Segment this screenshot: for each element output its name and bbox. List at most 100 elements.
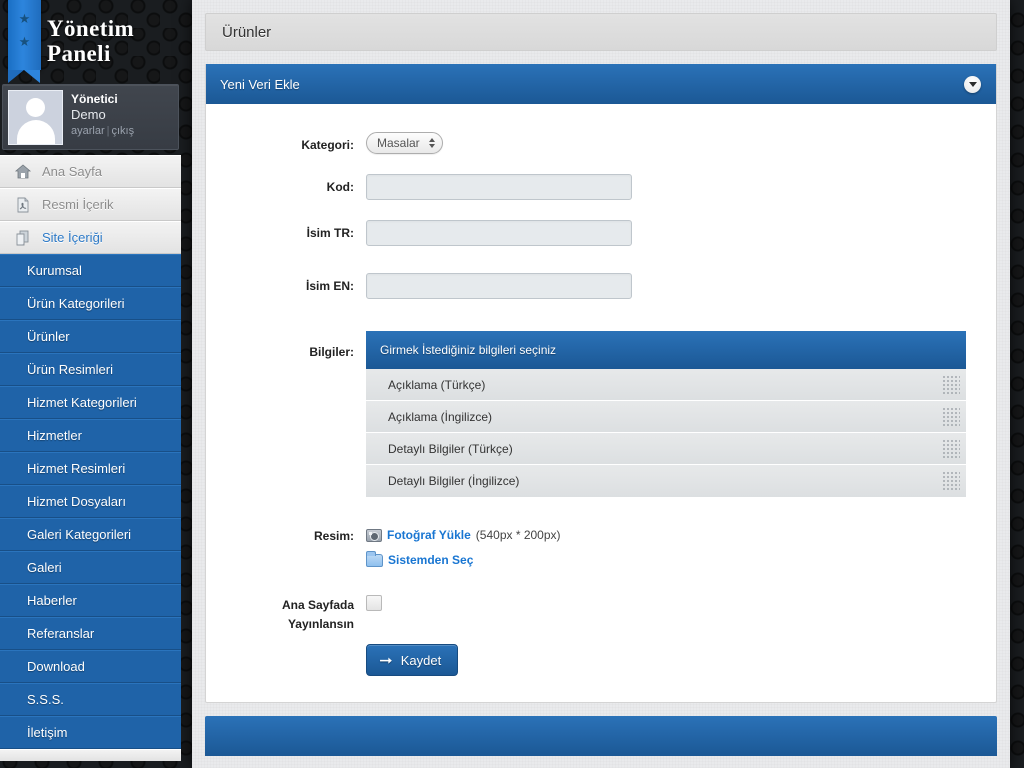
sidebar-item-label: Download [27,659,85,674]
list-item[interactable]: Detaylı Bilgiler (İngilizce) [366,465,966,497]
drag-handle-icon[interactable] [941,373,960,396]
select-from-system-link[interactable]: Sistemden Seç [388,550,473,571]
name-tr-input[interactable] [366,220,632,246]
user-profile-card: Yönetici Demo ayarlar | çıkış [2,84,179,150]
pages-icon [14,229,32,247]
image-actions: Fotoğraf Yükle (540px * 200px) Sistemden… [366,525,561,571]
home-icon [14,163,32,181]
folder-icon [366,551,383,567]
field-row-publish-homepage: Ana Sayfada Yayınlansın [206,593,996,634]
pdf-file-icon [14,196,32,214]
drag-handle-icon[interactable] [941,437,960,460]
drag-handle-icon[interactable] [941,470,960,492]
sidebar-item-hizmet-kategorileri[interactable]: Hizmet Kategorileri [0,386,181,419]
category-label: Kategori: [301,138,354,152]
sidebar-item-galeri[interactable]: Galeri [0,551,181,584]
sidebar-item-galeri-kategorileri[interactable]: Galeri Kategorileri [0,518,181,551]
sidebar-item-label: Ürün Kategorileri [27,296,125,311]
name-tr-label: İsim TR: [306,226,354,240]
info-sortable-list: Girmek İstediğiniz bilgileri seçiniz Açı… [366,331,966,497]
primary-nav: Ana Sayfa Resmi İçerik Site İçeriği [0,155,181,254]
sidebar-item-label: Kurumsal [27,263,82,278]
field-row-name-en: İsim EN: [206,273,996,299]
category-selected-value: Masalar [377,136,420,150]
sidebar-item-hizmet-resimleri[interactable]: Hizmet Resimleri [0,452,181,485]
sidebar-item-haberler[interactable]: Haberler [0,584,181,617]
sidebar-item-ana-sayfa[interactable]: Ana Sayfa [0,155,181,188]
select-from-system-row: Sistemden Seç [366,550,561,571]
image-dimensions-hint: (540px * 200px) [475,528,561,542]
star-icon: ★ [18,34,31,49]
field-row-name-tr: İsim TR: [206,220,996,246]
field-row-image: Resim: Fotoğraf Yükle (540px * 200px) Si… [206,525,996,571]
upload-photo-link[interactable]: Fotoğraf Yükle [387,525,471,546]
field-row-category: Kategori: Masalar [206,132,996,154]
sidebar-item-referanslar[interactable]: Referanslar [0,617,181,650]
sidebar-item-label: Galeri [27,560,62,575]
category-select[interactable]: Masalar [366,132,443,154]
settings-link[interactable]: ayarlar [71,125,105,137]
panel-title: Yeni Veri Ekle [220,76,300,92]
field-row-code: Kod: [206,174,996,200]
info-list-header-text: Girmek İstediğiniz bilgileri seçiniz [380,343,557,357]
publish-homepage-checkbox[interactable] [366,595,382,611]
sidebar-item-hizmetler[interactable]: Hizmetler [0,419,181,452]
star-icon: ★ [18,11,31,26]
sidebar-item-label: Referanslar [27,626,95,641]
sidebar-item-label: Hizmet Resimleri [27,461,126,476]
list-item[interactable]: Açıklama (İngilizce) [366,401,966,433]
sidebar-item-urun-kategorileri[interactable]: Ürün Kategorileri [0,287,181,320]
sidebar-item-site-icerigi[interactable]: Site İçeriği [0,221,181,254]
secondary-nav: Kurumsal Ürün Kategorileri Ürünler Ürün … [0,254,181,749]
sidebar-item-urunler[interactable]: Ürünler [0,320,181,353]
page-title-text: Ürünler [222,23,272,41]
brand-title-line1: Yönetim [47,16,135,41]
sidebar-item-label: Galeri Kategorileri [27,527,132,542]
sidebar-item-label: Ürünler [27,329,70,344]
avatar [8,90,63,145]
save-button-label: Kaydet [400,652,442,668]
brand-title-line2: Paneli [47,41,111,66]
sidebar-item-hizmet-dosyalari[interactable]: Hizmet Dosyaları [0,485,181,518]
page-title: Ürünler [205,13,997,51]
upload-photo-row: Fotoğraf Yükle (540px * 200px) [366,525,561,546]
sidebar-item-label: İletişim [27,725,68,740]
list-item-label: Açıklama (Türkçe) [388,377,486,392]
name-en-label: İsim EN: [305,279,354,293]
panel-header: Yeni Veri Ekle [206,64,996,104]
code-label: Kod: [326,180,354,194]
new-record-panel: Yeni Veri Ekle Kategori: Masalar Kod: İs… [205,64,997,703]
sidebar-item-sss[interactable]: S.S.S. [0,683,181,716]
sidebar-item-label: Ana Sayfa [42,164,102,179]
list-item[interactable]: Detaylı Bilgiler (Türkçe) [366,433,966,465]
camera-icon [366,529,382,542]
sidebar-item-label: Haberler [27,593,77,608]
logout-link[interactable]: çıkış [111,125,134,137]
sidebar-item-urun-resimleri[interactable]: Ürün Resimleri [0,353,181,386]
sidebar-item-label: Resmi İçerik [42,197,114,212]
brand-logo: ★ ★ Yönetim Paneli [0,0,181,83]
list-item[interactable]: Açıklama (Türkçe) [366,369,966,401]
info-label: Bilgiler: [309,345,354,359]
chevron-down-icon[interactable] [964,75,981,93]
sidebar-item-label: S.S.S. [27,692,64,707]
sidebar-item-label: Hizmet Dosyaları [27,494,126,509]
field-row-info: Bilgiler: Girmek İstediğiniz bilgileri s… [206,331,996,497]
sidebar-item-kurumsal[interactable]: Kurumsal [0,254,181,287]
user-role: Demo [71,107,106,122]
code-input[interactable] [366,174,632,200]
sidebar-item-resmi-icerik[interactable]: Resmi İçerik [0,188,181,221]
name-en-input[interactable] [366,273,632,299]
info-list-header: Girmek İstediğiniz bilgileri seçiniz [366,331,966,369]
arrow-right-icon: ➞ [379,652,393,668]
ribbon-decoration: ★ ★ [8,0,41,83]
save-button[interactable]: ➞ Kaydet [366,644,459,676]
list-item-label: Açıklama (İngilizce) [388,409,493,424]
secondary-panel-header [205,716,997,756]
publish-homepage-label-line1: Ana Sayfada [281,598,354,612]
drag-handle-icon[interactable] [941,405,960,428]
sidebar-item-iletisim[interactable]: İletişim [0,716,181,749]
publish-homepage-label: Ana Sayfada Yayınlansın [206,593,366,634]
sidebar-item-download[interactable]: Download [0,650,181,683]
sidebar: ★ ★ Yönetim Paneli Yönetici Demo ayarlar… [0,0,181,768]
